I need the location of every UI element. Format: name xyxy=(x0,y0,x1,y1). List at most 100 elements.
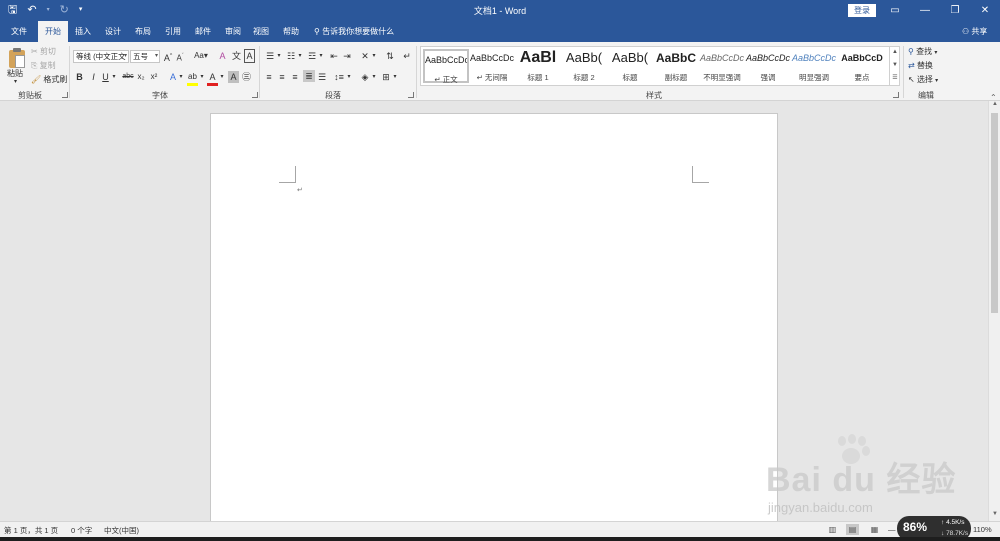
web-layout-icon[interactable]: ▦ xyxy=(868,524,881,535)
zoom-level[interactable]: 110% xyxy=(973,525,992,534)
replace-button[interactable]: ⇄ 替换 xyxy=(908,60,933,71)
font-color-icon[interactable]: A xyxy=(207,71,218,86)
word-count[interactable]: 0 个字 xyxy=(71,525,92,536)
minimize-icon[interactable]: — xyxy=(910,0,940,21)
language-indicator[interactable]: 中文(中国) xyxy=(104,525,139,536)
tab-home[interactable]: 开始 xyxy=(38,21,68,42)
sort-icon[interactable]: ⇅ xyxy=(384,50,396,62)
page-count[interactable]: 第 1 页，共 1 页 xyxy=(4,525,58,536)
chevron-down-icon[interactable]: ▾ xyxy=(371,50,377,62)
select-button[interactable]: ↖ 选择 ▾ xyxy=(908,74,938,85)
find-button[interactable]: ⚲ 查找 ▾ xyxy=(908,46,937,57)
underline-icon[interactable]: U xyxy=(101,71,110,83)
chevron-up-icon[interactable]: ▲ xyxy=(890,46,900,59)
more-styles-icon[interactable]: ☰ xyxy=(890,72,900,85)
strikethrough-icon[interactable]: abc xyxy=(120,71,136,83)
bold-icon[interactable]: B xyxy=(75,71,84,83)
justify-icon[interactable]: ≣ xyxy=(303,70,315,82)
phonetic-guide-icon[interactable]: 文 xyxy=(231,50,242,62)
style-item-heading-2[interactable]: AaBb( 标题 2 xyxy=(561,49,607,83)
clipboard-launcher-icon[interactable] xyxy=(62,92,68,98)
font-launcher-icon[interactable] xyxy=(252,92,258,98)
grow-font-icon[interactable]: A^ xyxy=(163,50,173,64)
bullets-icon[interactable]: ☰ xyxy=(263,50,277,62)
share-button[interactable]: ⚇ 共享 xyxy=(962,21,987,42)
scroll-up-icon[interactable]: ▲ xyxy=(989,101,1000,111)
ribbon-display-options-icon[interactable]: ▭ xyxy=(880,0,910,21)
style-item-strong[interactable]: AaBbCcD 要点 xyxy=(839,49,885,83)
tab-help[interactable]: 帮助 xyxy=(276,21,306,42)
style-item-emphasis[interactable]: AaBbCcDc 强调 xyxy=(745,49,791,83)
chinese-layout-icon[interactable]: ✕ xyxy=(359,50,371,62)
align-right-icon[interactable]: ≡ xyxy=(289,71,301,83)
tab-insert[interactable]: 插入 xyxy=(68,21,98,42)
chevron-down-icon[interactable]: ▾ xyxy=(371,71,377,83)
show-marks-icon[interactable]: ↵ xyxy=(401,50,413,62)
chevron-down-icon[interactable]: ▼ xyxy=(890,59,900,72)
style-item-subtle-emphasis[interactable]: AaBbCcDc 不明显强调 xyxy=(699,49,745,83)
shading-icon[interactable]: ◈ xyxy=(359,71,371,83)
styles-scroll-control[interactable]: ▲ ▼ ☰ xyxy=(889,46,900,86)
restore-icon[interactable]: ❐ xyxy=(940,0,970,21)
align-left-icon[interactable]: ≡ xyxy=(263,71,275,83)
borders-icon[interactable]: ⊞ xyxy=(380,71,392,83)
align-center-icon[interactable]: ≡ xyxy=(276,71,288,83)
subscript-icon[interactable]: x₂ xyxy=(136,71,146,83)
print-layout-icon[interactable]: ▤ xyxy=(846,524,859,535)
chevron-down-icon[interactable]: ▾ xyxy=(392,71,398,83)
chevron-down-icon[interactable]: ▾ xyxy=(276,50,282,62)
format-painter-button[interactable]: 🖌 格式刷 xyxy=(31,74,67,85)
chevron-down-icon[interactable]: ▾ xyxy=(178,71,184,83)
read-mode-icon[interactable]: ▥ xyxy=(826,524,839,535)
paste-dropdown-icon[interactable]: ▾ xyxy=(14,78,17,85)
font-size-combo[interactable]: 五号 ▾ xyxy=(130,50,160,63)
chevron-down-icon[interactable]: ▾ xyxy=(318,50,324,62)
font-name-combo[interactable]: 等线 (中文正文 ▾ xyxy=(73,50,129,63)
chevron-down-icon[interactable]: ▾ xyxy=(297,50,303,62)
style-item-subtitle[interactable]: AaBbC 副标题 xyxy=(653,49,699,83)
line-spacing-icon[interactable]: ↕≡ xyxy=(333,71,345,83)
text-effects-icon[interactable]: A xyxy=(168,71,178,83)
increase-indent-icon[interactable]: ⇥ xyxy=(341,50,353,62)
chevron-down-icon[interactable]: ▾ xyxy=(346,71,352,83)
tab-review[interactable]: 审阅 xyxy=(218,21,248,42)
copy-button[interactable]: ⎘ 复制 xyxy=(31,60,56,71)
superscript-icon[interactable]: x² xyxy=(149,71,159,83)
zoom-out-icon[interactable]: — xyxy=(888,525,896,534)
tab-mailings[interactable]: 邮件 xyxy=(188,21,218,42)
distributed-icon[interactable]: ☰ xyxy=(316,71,328,83)
close-icon[interactable]: ✕ xyxy=(970,0,1000,21)
style-item-no-spacing[interactable]: AaBbCcDc ↵ 无间隔 xyxy=(469,49,515,83)
highlight-icon[interactable]: ab xyxy=(187,71,198,86)
scrollbar-thumb[interactable] xyxy=(991,113,998,313)
paste-button[interactable] xyxy=(7,47,27,69)
tab-file[interactable]: 文件 xyxy=(4,21,34,42)
decrease-indent-icon[interactable]: ⇤ xyxy=(328,50,340,62)
style-item-normal[interactable]: AaBbCcDc ↵ 正文 xyxy=(423,49,469,84)
paragraph-launcher-icon[interactable] xyxy=(408,92,414,98)
multilevel-list-icon[interactable]: ☲ xyxy=(305,50,319,62)
vertical-scrollbar[interactable]: ▲ ▼ xyxy=(988,101,1000,521)
tab-design[interactable]: 设计 xyxy=(98,21,128,42)
chevron-down-icon[interactable]: ▾ xyxy=(111,71,117,83)
numbering-icon[interactable]: ☷ xyxy=(284,50,298,62)
style-item-heading-1[interactable]: AaBl 标题 1 xyxy=(515,49,561,83)
style-item-intense-emphasis[interactable]: AaBbCcDc 明显强调 xyxy=(791,49,837,83)
cut-button[interactable]: ✂ 剪切 xyxy=(31,46,56,57)
style-item-title[interactable]: AaBb( 标题 xyxy=(607,49,653,83)
change-case-icon[interactable]: Aa▾ xyxy=(193,50,209,62)
tab-view[interactable]: 视图 xyxy=(246,21,276,42)
login-button[interactable]: 登录 xyxy=(848,4,876,17)
italic-icon[interactable]: I xyxy=(89,71,98,83)
chevron-down-icon[interactable]: ▾ xyxy=(199,71,205,83)
enclose-characters-icon[interactable]: ㊂ xyxy=(241,71,252,83)
scroll-down-icon[interactable]: ▼ xyxy=(989,511,1000,521)
clear-formatting-icon[interactable]: A xyxy=(217,50,228,62)
tab-layout[interactable]: 布局 xyxy=(128,21,158,42)
document-page[interactable]: ↵ xyxy=(210,113,778,533)
chevron-down-icon[interactable]: ▾ xyxy=(219,71,225,83)
shrink-font-icon[interactable]: Aˇ xyxy=(175,50,185,65)
character-shading-icon[interactable]: A xyxy=(228,71,239,83)
tell-me-box[interactable]: ⚲ 告诉我你想要做什么 xyxy=(314,21,394,42)
character-border-icon[interactable]: A xyxy=(244,49,255,63)
